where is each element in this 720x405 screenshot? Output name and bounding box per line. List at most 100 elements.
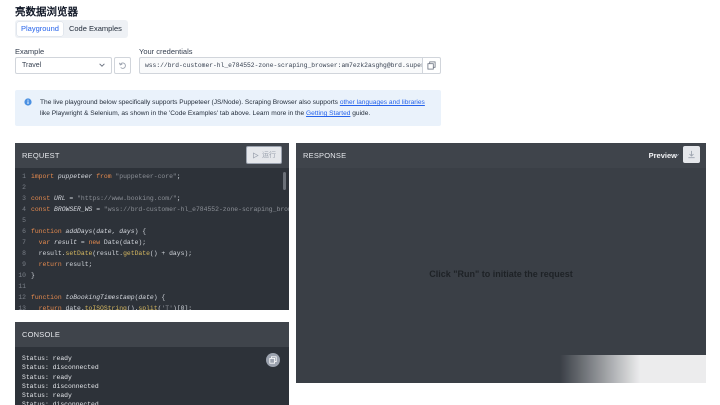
console-header: CONSOLE	[15, 322, 289, 347]
page-title: 亮数据浏览器	[15, 6, 78, 18]
code-text: return date.toISOString().split('T')[0];	[31, 303, 192, 310]
code-text: import puppeteer from "puppeteer-core";	[31, 171, 181, 182]
download-button[interactable]	[683, 146, 700, 163]
credentials-label: Your credentials	[139, 47, 193, 56]
code-token: from	[96, 173, 112, 180]
copy-icon	[427, 61, 436, 70]
code-token: =	[92, 206, 104, 213]
code-text: var result = new Date(date);	[31, 237, 146, 248]
response-title: RESPONSE	[303, 151, 347, 160]
code-line: 9 return result;	[15, 259, 289, 270]
example-label: Example	[15, 47, 45, 56]
line-number: 10	[18, 272, 26, 279]
code-token: days	[119, 228, 135, 235]
code-editor[interactable]: 1 import puppeteer from "puppeteer-core";…	[15, 168, 289, 310]
code-token: import	[31, 173, 55, 180]
code-token: function	[31, 294, 62, 301]
info-text-part: guide.	[350, 110, 371, 117]
console-line: Status: ready	[22, 392, 72, 400]
line-number: 4	[22, 206, 26, 213]
console-panel: CONSOLE Status: ready Status: disconnecte…	[15, 322, 289, 405]
code-token: (result.	[92, 250, 124, 257]
request-panel: REQUEST 运行 1 import puppeteer from "puppe…	[15, 143, 289, 310]
code-token: function	[31, 228, 62, 235]
code-token: date	[138, 294, 154, 301]
line-number: 6	[22, 228, 26, 235]
code-text: function toBookingTimestamp(date) {	[31, 292, 165, 303]
code-token: ) {	[153, 294, 166, 301]
code-token: date	[96, 228, 112, 235]
run-button[interactable]: 运行	[246, 146, 282, 164]
code-line: 3 const URL = "https://www.booking.com/";	[15, 193, 289, 204]
console-line: Status: disconnected	[22, 364, 99, 372]
code-token: "https://www.booking.com/"	[77, 195, 177, 202]
line-number: 5	[22, 217, 26, 224]
code-token: "wss://brd-customer-hl_e784552-zone-scra…	[103, 206, 289, 213]
info-box: The live playground below specifically s…	[15, 90, 441, 126]
tab-code-examples[interactable]: Code Examples	[65, 22, 126, 36]
code-text: const BROWSER_WS = "wss://brd-customer-h…	[31, 204, 289, 215]
code-token: =	[65, 195, 78, 202]
code-line: 11	[15, 281, 289, 292]
code-text: }	[31, 270, 35, 281]
response-header: RESPONSE Preview	[296, 143, 706, 168]
console-title: CONSOLE	[22, 330, 61, 339]
code-text: function addDays(date, days) {	[31, 226, 146, 237]
code-token: ().	[126, 305, 139, 310]
code-token: result	[54, 239, 78, 246]
download-icon	[688, 150, 695, 159]
code-token: )[0];	[172, 305, 193, 310]
chevron-down-icon[interactable]	[674, 152, 680, 158]
request-title: REQUEST	[22, 151, 60, 160]
code-text: result.setDate(result.getDate() + days);	[31, 248, 192, 259]
console-line: Status: disconnected	[22, 401, 99, 405]
console-line: Status: ready	[22, 373, 72, 381]
code-line: 13 return date.toISOString().split('T')[…	[15, 303, 289, 310]
line-number: 1	[22, 173, 26, 180]
run-button-label: 运行	[262, 152, 276, 159]
response-placeholder: Click "Run" to initiate the request	[429, 269, 573, 279]
code-token: toBookingTimestamp	[65, 294, 135, 301]
code-token: date.	[61, 305, 85, 310]
code-line: 5	[15, 215, 289, 226]
line-number: 8	[22, 250, 26, 257]
copy-console-button[interactable]	[266, 353, 280, 367]
code-scrollbar[interactable]	[283, 172, 286, 190]
code-token: new	[88, 239, 101, 246]
code-token: Date(date);	[100, 239, 147, 246]
info-text: The live playground below specifically s…	[40, 97, 436, 119]
code-token: puppeteer	[57, 173, 93, 180]
copy-credentials-button[interactable]	[423, 57, 441, 74]
code-line: 6 function addDays(date, days) {	[15, 226, 289, 237]
play-icon	[253, 151, 259, 159]
code-token: toISOString	[84, 305, 127, 310]
response-panel: RESPONSE Preview Click "Run" to initiate…	[296, 143, 706, 383]
console-output: Status: ready Status: disconnected Status:…	[22, 354, 99, 405]
preview-select[interactable]: Preview	[649, 151, 677, 160]
code-line: 10}	[15, 270, 289, 281]
credentials-input[interactable]: wss://brd-customer-hl_e784552-zone-scrap…	[139, 57, 423, 74]
info-text-part: The live playground below specifically s…	[40, 99, 340, 106]
line-number: 9	[22, 261, 26, 268]
code-token: =	[77, 239, 89, 246]
code-token: 'T'	[161, 305, 173, 310]
code-token: result.	[31, 250, 66, 257]
code-token: BROWSER_WS	[54, 206, 93, 213]
info-icon	[24, 98, 32, 106]
code-token: return	[38, 305, 62, 310]
console-line: Status: disconnected	[22, 382, 99, 390]
line-number: 13	[18, 305, 26, 310]
tab-playground[interactable]: Playground	[17, 22, 63, 36]
line-number: 7	[22, 239, 26, 246]
code-token: getDate	[123, 250, 150, 257]
code-token: ;	[176, 195, 181, 202]
getting-started-link[interactable]: Getting Started	[306, 110, 350, 117]
reset-example-button[interactable]	[114, 57, 131, 74]
example-select[interactable]: Travel	[15, 57, 112, 74]
code-line: 8 result.setDate(result.getDate() + days…	[15, 248, 289, 259]
other-languages-link[interactable]: other languages and libraries	[340, 99, 425, 106]
request-header: REQUEST 运行	[15, 143, 289, 168]
code-token: ;	[176, 173, 181, 180]
